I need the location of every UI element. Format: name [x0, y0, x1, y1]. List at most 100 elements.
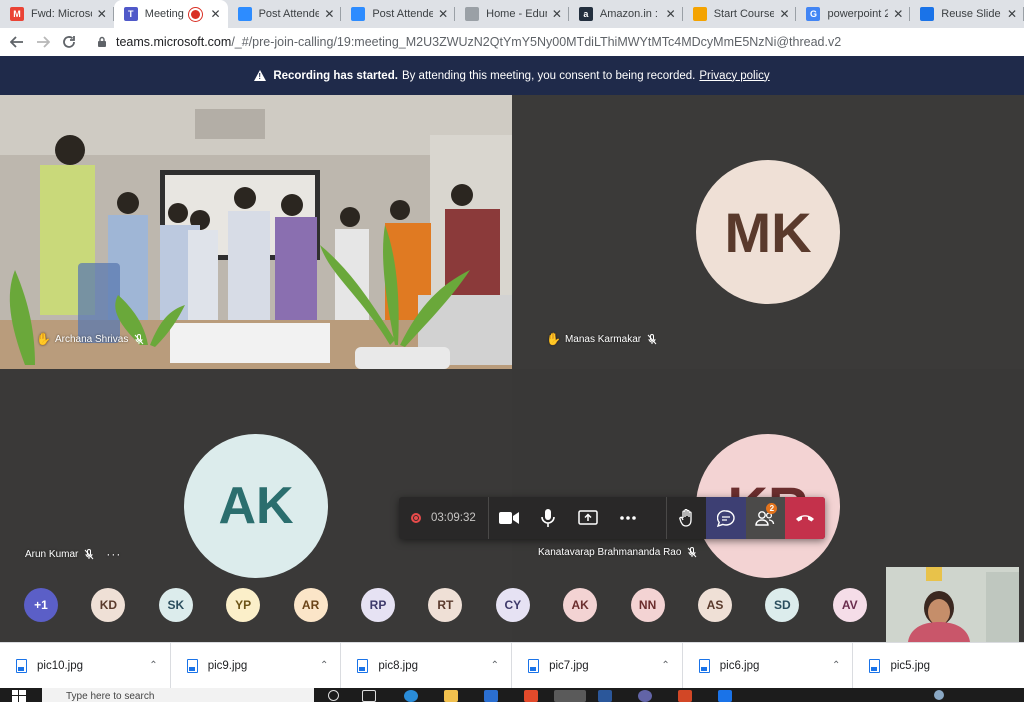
close-tab-icon[interactable]: ✕	[1006, 7, 1018, 21]
taskbar-search-input[interactable]: Type here to search	[42, 688, 314, 702]
back-button[interactable]	[4, 29, 30, 55]
more-actions-button[interactable]	[608, 497, 648, 539]
chevron-up-icon[interactable]: ⌃	[149, 660, 157, 671]
store-icon[interactable]	[484, 690, 498, 702]
video-tile-1[interactable]: ✋ Archana Shrivas	[0, 95, 512, 369]
teams-taskbar-icon[interactable]	[638, 690, 652, 702]
close-tab-icon[interactable]: ✕	[323, 7, 335, 21]
forward-button[interactable]	[30, 29, 56, 55]
browser-tab[interactable]: Home - Edumat ✕	[455, 0, 569, 28]
globe-icon	[920, 7, 935, 21]
tab-title: powerpoint 201	[827, 8, 889, 20]
download-item[interactable]: pic9.jpg ⌃	[171, 642, 342, 689]
download-filename: pic6.jpg	[719, 659, 760, 672]
amazon-icon: a	[578, 7, 593, 21]
url-path: /_#/pre-join-calling/19:meeting_M2U3ZWUz…	[231, 35, 842, 49]
participant-avatar-small[interactable]: NN	[630, 588, 665, 622]
arrow-left-icon	[10, 36, 23, 48]
chrome-taskbar-icon[interactable]	[554, 690, 586, 702]
office-icon[interactable]	[524, 690, 538, 702]
chevron-up-icon[interactable]: ⌃	[661, 660, 669, 671]
participant-avatar-small[interactable]: AK	[563, 588, 598, 622]
chat-button[interactable]	[706, 497, 746, 539]
close-tab-icon[interactable]: ✕	[778, 7, 790, 21]
microphone-button[interactable]	[528, 497, 568, 539]
browser-tab[interactable]: Start Course - l✕	[683, 0, 797, 28]
image-file-icon	[186, 658, 198, 673]
banner-bold-text: Recording has started.	[273, 69, 398, 82]
browser-tab[interactable]: Post Attendee✕	[341, 0, 456, 28]
image-file-icon	[16, 658, 27, 673]
more-options-button[interactable]: ···	[106, 547, 121, 561]
browser-tab[interactable]: a Amazon.in : bu ✕	[569, 0, 683, 28]
windows-start-icon[interactable]	[12, 690, 26, 702]
chevron-up-icon[interactable]: ⌃	[491, 660, 499, 671]
download-item[interactable]: pic5.jpg	[853, 643, 1024, 689]
participant-name: Manas Karmakar	[564, 333, 642, 345]
close-tab-icon[interactable]: ✕	[437, 7, 449, 21]
reload-button[interactable]	[56, 29, 82, 55]
avatar-initials: AK	[218, 477, 294, 535]
download-filename: pic7.jpg	[549, 659, 589, 672]
recording-dot-icon	[411, 513, 421, 523]
browser-tab[interactable]: M Fwd: Microsoft ✕	[0, 0, 114, 28]
browser-tab[interactable]: Reuse Slide ✕	[910, 0, 1024, 28]
image-file-icon	[869, 658, 881, 673]
close-tab-icon[interactable]: ✕	[665, 7, 677, 21]
participant-avatar-small[interactable]: AR	[293, 588, 328, 622]
download-item[interactable]: pic8.jpg ⌃	[341, 642, 513, 689]
self-view[interactable]	[886, 567, 1019, 642]
download-item[interactable]: pic10.jpg ⌃	[0, 642, 171, 689]
video-camera-icon	[498, 512, 519, 524]
participant-avatar-small[interactable]: CY	[495, 588, 530, 622]
video-tile-2[interactable]: MK ✋ Manas Karmakar	[512, 95, 1024, 369]
image-file-icon	[528, 658, 540, 673]
address-bar[interactable]: teams.microsoft.com/_#/pre-join-calling/…	[90, 30, 1024, 54]
url-host: teams.microsoft.com	[116, 35, 232, 49]
raise-hand-button[interactable]	[666, 497, 706, 539]
browser-tab[interactable]: Gpowerpoint 201✕	[796, 0, 911, 28]
word-icon[interactable]	[598, 690, 612, 702]
camera-button[interactable]	[489, 497, 529, 539]
browser-tab[interactable]: Post Attendee✕	[228, 0, 342, 28]
participant-avatar-small[interactable]: RP	[361, 588, 395, 622]
chat-icon	[716, 509, 735, 527]
avatar-initials: MK	[724, 200, 812, 264]
tab-title: Post Attendee	[258, 8, 320, 20]
chevron-up-icon[interactable]: ⌃	[320, 660, 328, 671]
browser-tab-strip: MFwd: Microsoft✕TMeeting | M✕Post Attend…	[0, 0, 1024, 28]
participant-avatar-small[interactable]: +1	[24, 588, 58, 622]
app-icon[interactable]	[718, 690, 732, 702]
course-icon	[692, 7, 707, 21]
participant-avatar-small[interactable]: AV	[832, 588, 867, 622]
file-explorer-icon[interactable]	[444, 690, 458, 702]
timer-text: 03:09:32	[431, 512, 476, 524]
download-item[interactable]: pic7.jpg ⌃	[512, 642, 683, 689]
teams-meeting-window: MFwd: Microsoft✕TMeeting | M✕Post Attend…	[0, 0, 1024, 702]
close-tab-icon[interactable]: ✕	[551, 7, 563, 21]
participant-avatar-small[interactable]: AS	[698, 588, 732, 622]
warning-icon	[254, 70, 267, 81]
edge-icon[interactable]	[404, 690, 418, 702]
participant-name-tag: ✋ Archana Shrivas	[36, 332, 144, 346]
participant-avatar-small[interactable]: YP	[226, 588, 261, 622]
download-item[interactable]: pic6.jpg ⌃	[683, 642, 854, 689]
powerpoint-icon[interactable]	[678, 690, 692, 702]
close-tab-icon[interactable]: ✕	[210, 7, 222, 21]
windows-taskbar: Type here to search	[0, 688, 1024, 702]
privacy-policy-link[interactable]: Privacy policy	[699, 70, 769, 82]
cortana-icon[interactable]	[328, 690, 339, 701]
raised-hand-icon: ✋	[36, 332, 51, 346]
chevron-up-icon[interactable]: ⌃	[832, 660, 840, 671]
participant-name: Kanatavarap Brahmananda Rao	[538, 547, 682, 558]
browser-tab[interactable]: T Meeting | M ✕	[113, 0, 228, 28]
reload-icon	[63, 36, 75, 48]
leave-call-button[interactable]	[785, 497, 825, 539]
page-icon	[465, 7, 480, 21]
task-view-icon[interactable]	[362, 690, 376, 702]
close-tab-icon[interactable]: ✕	[892, 7, 904, 21]
close-tab-icon[interactable]: ✕	[96, 7, 108, 21]
share-screen-button[interactable]	[568, 497, 608, 539]
participants-button[interactable]: 2	[745, 497, 786, 539]
participant-avatar-small[interactable]: SK	[158, 588, 193, 622]
